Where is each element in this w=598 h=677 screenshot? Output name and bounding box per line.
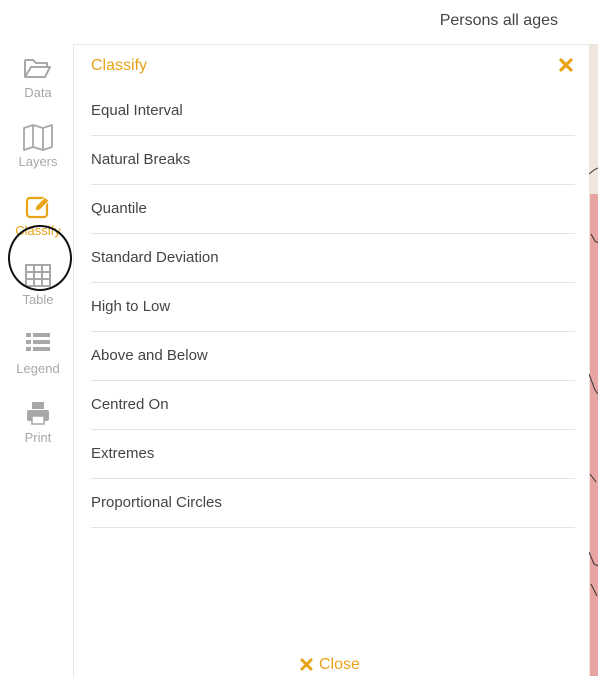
map-view[interactable] <box>589 44 598 676</box>
map-title: Persons all ages <box>439 12 558 29</box>
list-icon <box>26 333 50 351</box>
close-icon[interactable] <box>558 57 574 73</box>
printer-icon <box>27 402 49 425</box>
method-standard-deviation[interactable]: Standard Deviation <box>91 234 575 283</box>
method-centred-on[interactable]: Centred On <box>91 381 575 430</box>
sidebar-item-label: Print <box>24 430 52 445</box>
sidebar-item-data[interactable]: Data <box>0 54 76 100</box>
map-icon <box>23 124 53 151</box>
method-extremes[interactable]: Extremes <box>91 430 575 479</box>
edit-icon <box>25 196 50 219</box>
close-icon <box>300 658 313 671</box>
method-proportional-circles[interactable]: Proportional Circles <box>91 479 575 528</box>
sidebar-item-label: Layers <box>18 154 58 169</box>
map-boundaries <box>589 167 598 597</box>
tool-sidebar: Data Layers Classify Table Legend Print <box>0 44 73 676</box>
sidebar-item-legend[interactable]: Legend <box>0 330 76 376</box>
sidebar-item-layers[interactable]: Layers <box>0 123 76 169</box>
method-natural-breaks[interactable]: Natural Breaks <box>91 136 575 185</box>
method-high-to-low[interactable]: High to Low <box>91 283 575 332</box>
sidebar-item-label: Legend <box>16 361 60 376</box>
sidebar-item-label: Table <box>22 292 54 307</box>
close-button[interactable]: Close <box>300 656 360 674</box>
classification-method-list: Equal Interval Natural Breaks Quantile S… <box>91 87 575 528</box>
active-item-highlight <box>8 225 72 291</box>
panel-title: Classify <box>91 57 148 74</box>
method-above-and-below[interactable]: Above and Below <box>91 332 575 381</box>
classify-panel: Classify Equal Interval Natural Breaks Q… <box>73 44 589 677</box>
method-quantile[interactable]: Quantile <box>91 185 575 234</box>
sidebar-item-label: Data <box>24 85 52 100</box>
sidebar-item-print[interactable]: Print <box>0 399 76 445</box>
folder-icon <box>24 59 51 78</box>
method-equal-interval[interactable]: Equal Interval <box>91 87 575 136</box>
close-button-label: Close <box>319 656 360 673</box>
